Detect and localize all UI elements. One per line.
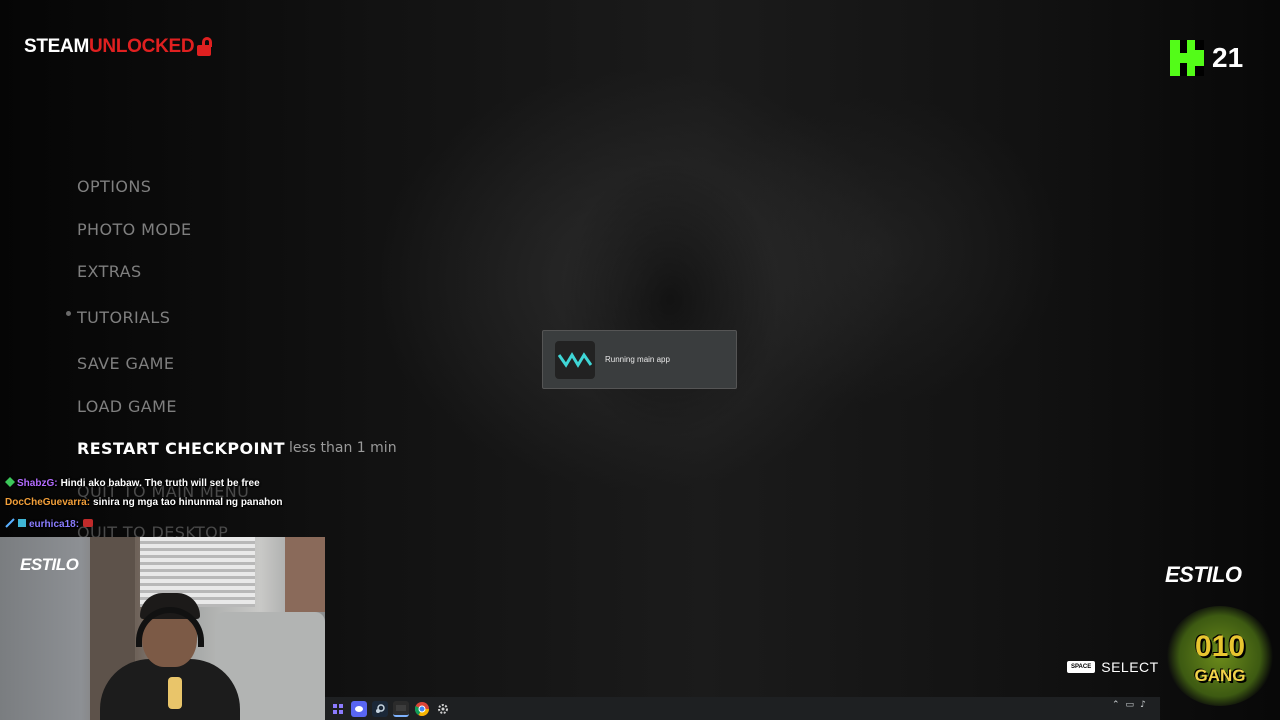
menu-item-options[interactable]: OPTIONS (77, 177, 151, 196)
volume-icon[interactable]: ♪ (1140, 700, 1146, 710)
space-key-icon: SPACE (1067, 661, 1096, 673)
menu-item-restart-checkpoint[interactable]: RESTART CHECKPOINT (77, 439, 285, 458)
webcam-brand-logo: ESTILO (20, 555, 79, 574)
steamunlocked-logo: STEAM UNLOCKED (24, 36, 213, 58)
terminal-icon[interactable] (393, 700, 409, 717)
chat-message: ShabzG: Hindi ako babaw. The truth will s… (5, 477, 260, 489)
brand-part2: UNLOCKED (89, 36, 195, 57)
toast-text: Running main app (605, 355, 670, 364)
chat-username[interactable]: eurhica18: (29, 519, 79, 530)
network-icon[interactable]: ▭ (1126, 700, 1135, 710)
010-gang-logo: 010 GANG (1166, 606, 1274, 706)
chat-text: sinira ng mga tao hinunmal ng panahon (93, 497, 283, 508)
select-prompt: SPACE SELECT (1067, 659, 1159, 675)
menu-item-photo-mode[interactable]: PHOTO MODE (77, 220, 192, 239)
running-app-toast: Running main app (542, 330, 737, 389)
kick-logo-icon (1170, 40, 1204, 76)
tutorials-notification-dot (66, 311, 71, 316)
chat-username[interactable]: ShabzG: (17, 478, 58, 489)
gang-logo-number: 010 (1194, 630, 1246, 663)
menu-item-save-game[interactable]: SAVE GAME (77, 354, 174, 373)
chat-message: eurhica18: (5, 518, 94, 530)
select-label: SELECT (1101, 659, 1159, 675)
viewer-count: 21 (1212, 42, 1244, 73)
game-background-figure (560, 160, 780, 440)
moderator-badge-icon (17, 518, 27, 528)
steam-icon[interactable] (372, 700, 388, 717)
settings-icon[interactable] (435, 701, 451, 717)
unlocked-lock-icon (197, 37, 213, 57)
grid-icon[interactable] (330, 701, 346, 717)
emote-icon (82, 518, 94, 528)
system-tray: ⌃ ▭ ♪ (1112, 700, 1146, 710)
discord-icon[interactable] (351, 700, 367, 717)
sword-badge-icon (5, 518, 15, 528)
chat-message: DocCheGuevarra: sinira ng mga tao hinunma… (5, 497, 282, 508)
subscriber-badge-icon (5, 477, 15, 487)
gang-logo-text: GANG (1194, 666, 1246, 685)
chrome-icon[interactable] (414, 701, 430, 717)
kick-viewer-badge: 21 (1170, 40, 1243, 76)
microphone-icon (168, 677, 182, 709)
windows-taskbar (325, 697, 1160, 720)
menu-item-load-game[interactable]: LOAD GAME (77, 397, 177, 416)
chevron-up-icon[interactable]: ⌃ (1112, 700, 1120, 710)
vm-logo-icon (555, 340, 595, 379)
chat-text: Hindi ako babaw. The truth will set be f… (60, 478, 260, 489)
brand-part1: STEAM (24, 36, 90, 57)
webcam-feed: ESTILO (0, 537, 325, 720)
menu-item-extras[interactable]: EXTRAS (77, 262, 142, 281)
checkpoint-time-label: less than 1 min (289, 440, 397, 456)
menu-item-tutorials[interactable]: TUTORIALS (77, 308, 170, 327)
chat-username[interactable]: DocCheGuevarra: (5, 497, 90, 508)
estilo-logo: ESTILO (1165, 562, 1242, 587)
